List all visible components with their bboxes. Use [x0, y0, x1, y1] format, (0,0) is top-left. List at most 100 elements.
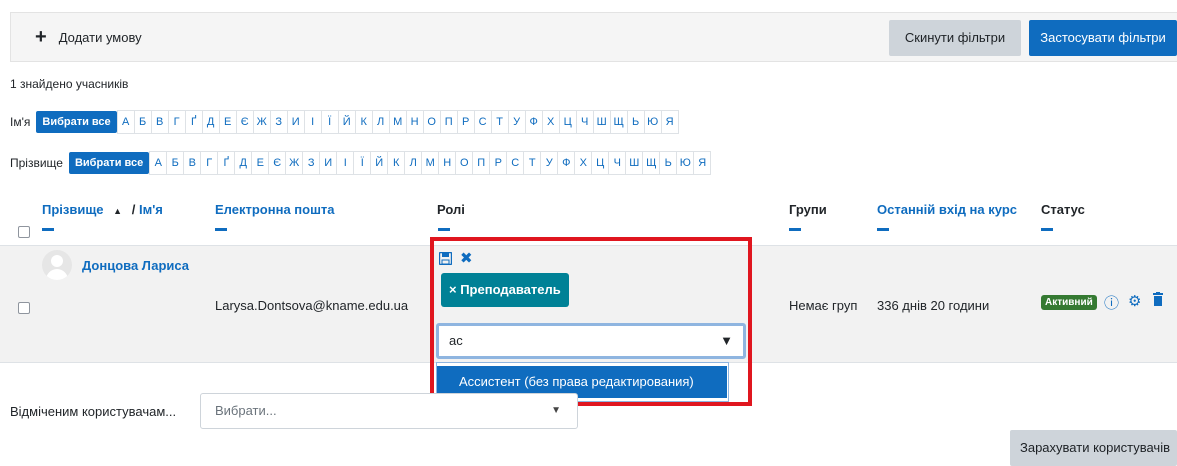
letter-filter-21[interactable]: С [506, 152, 523, 174]
letter-filter-3[interactable]: Г [200, 152, 217, 174]
letter-filter-3[interactable]: Г [167, 111, 185, 133]
letter-filter-9[interactable]: З [269, 111, 287, 133]
letter-filter-17[interactable]: Н [405, 111, 423, 133]
letter-filter-32[interactable]: Я [660, 111, 678, 133]
letter-filter-26[interactable]: Ц [591, 152, 608, 174]
status-hide-column-icon[interactable] [1041, 228, 1053, 231]
apply-filters-button[interactable]: Застосувати фільтри [1029, 20, 1177, 56]
letter-filter-6[interactable]: Е [251, 152, 268, 174]
select-all-checkbox[interactable] [18, 226, 30, 238]
letter-filter-0[interactable]: А [116, 111, 134, 133]
letter-filter-4[interactable]: Ґ [184, 111, 202, 133]
letter-filter-12[interactable]: Ї [353, 152, 370, 174]
letter-filter-22[interactable]: Т [523, 152, 540, 174]
email-column-header[interactable]: Електронна пошта [215, 202, 335, 217]
letter-filter-31[interactable]: Ю [643, 111, 661, 133]
letter-filter-29[interactable]: Щ [642, 152, 659, 174]
letter-filter-30[interactable]: Ь [659, 152, 676, 174]
reset-filters-button[interactable]: Скинути фільтри [889, 20, 1021, 56]
letter-filter-2[interactable]: В [183, 152, 200, 174]
letter-filter-30[interactable]: Ь [626, 111, 644, 133]
status-column-header: Статус [1041, 202, 1085, 217]
gear-icon[interactable]: ⚙ [1128, 292, 1141, 310]
letter-filter-16[interactable]: М [388, 111, 406, 133]
letter-filter-11[interactable]: І [303, 111, 321, 133]
letter-filter-23[interactable]: У [540, 152, 557, 174]
letter-filter-10[interactable]: И [286, 111, 304, 133]
letter-filter-28[interactable]: Ш [592, 111, 610, 133]
letter-filter-11[interactable]: І [336, 152, 353, 174]
letter-filter-14[interactable]: К [387, 152, 404, 174]
last-access-column-header[interactable]: Останній вхід на курс [877, 202, 1017, 217]
plus-icon: + [35, 26, 47, 48]
letter-filter-13[interactable]: Й [337, 111, 355, 133]
letter-filter-20[interactable]: Р [489, 152, 506, 174]
letter-filter-6[interactable]: Е [218, 111, 236, 133]
letter-filter-7[interactable]: Є [235, 111, 253, 133]
letter-filter-27[interactable]: Ч [575, 111, 593, 133]
letter-filter-19[interactable]: П [472, 152, 489, 174]
letter-filter-8[interactable]: Ж [285, 152, 302, 174]
letter-filter-16[interactable]: М [421, 152, 438, 174]
letter-filter-1[interactable]: Б [166, 152, 183, 174]
letter-filter-21[interactable]: С [473, 111, 491, 133]
trash-icon[interactable] [1152, 292, 1164, 310]
letter-filter-24[interactable]: Ф [557, 152, 574, 174]
letter-filter-20[interactable]: Р [456, 111, 474, 133]
first-name-select-all-button[interactable]: Вибрати все [36, 111, 117, 133]
letter-filter-22[interactable]: Т [490, 111, 508, 133]
letter-filter-9[interactable]: З [302, 152, 319, 174]
letter-filter-5[interactable]: Д [201, 111, 219, 133]
letter-filter-28[interactable]: Ш [625, 152, 642, 174]
letter-filter-25[interactable]: Х [574, 152, 591, 174]
first-name-initials-bar: Ім'я Вибрати все АБВГҐДЕЄЖЗИІЇЙКЛМНОПРСТ… [10, 110, 679, 134]
participant-groups: Немає груп [789, 298, 858, 313]
letter-filter-23[interactable]: У [507, 111, 525, 133]
letter-filter-25[interactable]: Х [541, 111, 559, 133]
participant-name-link[interactable]: Донцова Лариса [82, 258, 189, 273]
lastname-header-label: Прізвище [42, 202, 104, 217]
letter-filter-15[interactable]: Л [371, 111, 389, 133]
add-condition-button[interactable]: + Додати умову [35, 26, 142, 48]
letter-filter-10[interactable]: И [319, 152, 336, 174]
letter-filter-17[interactable]: Н [438, 152, 455, 174]
letter-filter-27[interactable]: Ч [608, 152, 625, 174]
letter-filter-18[interactable]: О [422, 111, 440, 133]
bulk-action-placeholder: Вибрати... [215, 403, 277, 418]
groups-hide-column-icon[interactable] [789, 228, 801, 231]
bulk-action-select[interactable]: Вибрати... ▼ [200, 393, 578, 429]
letter-filter-5[interactable]: Д [234, 152, 251, 174]
letter-filter-14[interactable]: К [354, 111, 372, 133]
first-name-letter-list: АБВГҐДЕЄЖЗИІЇЙКЛМНОПРСТУФХЦЧШЩЬЮЯ [116, 110, 679, 134]
letter-filter-7[interactable]: Є [268, 152, 285, 174]
info-icon[interactable]: ⓘ [1104, 292, 1119, 313]
letter-filter-29[interactable]: Щ [609, 111, 627, 133]
header-separator: / [131, 202, 136, 217]
lastname-column-header[interactable]: Прізвище ▲ / Ім'я [42, 202, 163, 217]
status-badge: Активний [1041, 295, 1097, 310]
last-name-initials-bar: Прізвище Вибрати все АБВГҐДЕЄЖЗИІЇЙКЛМНО… [10, 151, 712, 175]
letter-filter-26[interactable]: Ц [558, 111, 576, 133]
letter-filter-24[interactable]: Ф [524, 111, 542, 133]
letter-filter-31[interactable]: Ю [676, 152, 693, 174]
sort-asc-icon: ▲ [113, 206, 123, 216]
letter-filter-12[interactable]: Ї [320, 111, 338, 133]
firstname-header-label[interactable]: Ім'я [139, 202, 163, 217]
letter-filter-13[interactable]: Й [370, 152, 387, 174]
letter-filter-4[interactable]: Ґ [217, 152, 234, 174]
letter-filter-19[interactable]: П [439, 111, 457, 133]
letter-filter-15[interactable]: Л [404, 152, 421, 174]
letter-filter-1[interactable]: Б [133, 111, 151, 133]
letter-filter-0[interactable]: А [149, 152, 166, 174]
last-name-select-all-button[interactable]: Вибрати все [68, 152, 150, 174]
letter-filter-2[interactable]: В [150, 111, 168, 133]
enrol-users-button[interactable]: Зарахувати користувачів [1010, 430, 1177, 466]
last-access-hide-column-icon[interactable] [877, 228, 889, 231]
roles-hide-column-icon[interactable] [438, 228, 450, 231]
lastname-hide-column-icon[interactable] [42, 228, 54, 231]
letter-filter-18[interactable]: О [455, 152, 472, 174]
letter-filter-8[interactable]: Ж [252, 111, 270, 133]
row-select-checkbox[interactable] [18, 302, 30, 314]
email-hide-column-icon[interactable] [215, 228, 227, 231]
letter-filter-32[interactable]: Я [693, 152, 710, 174]
